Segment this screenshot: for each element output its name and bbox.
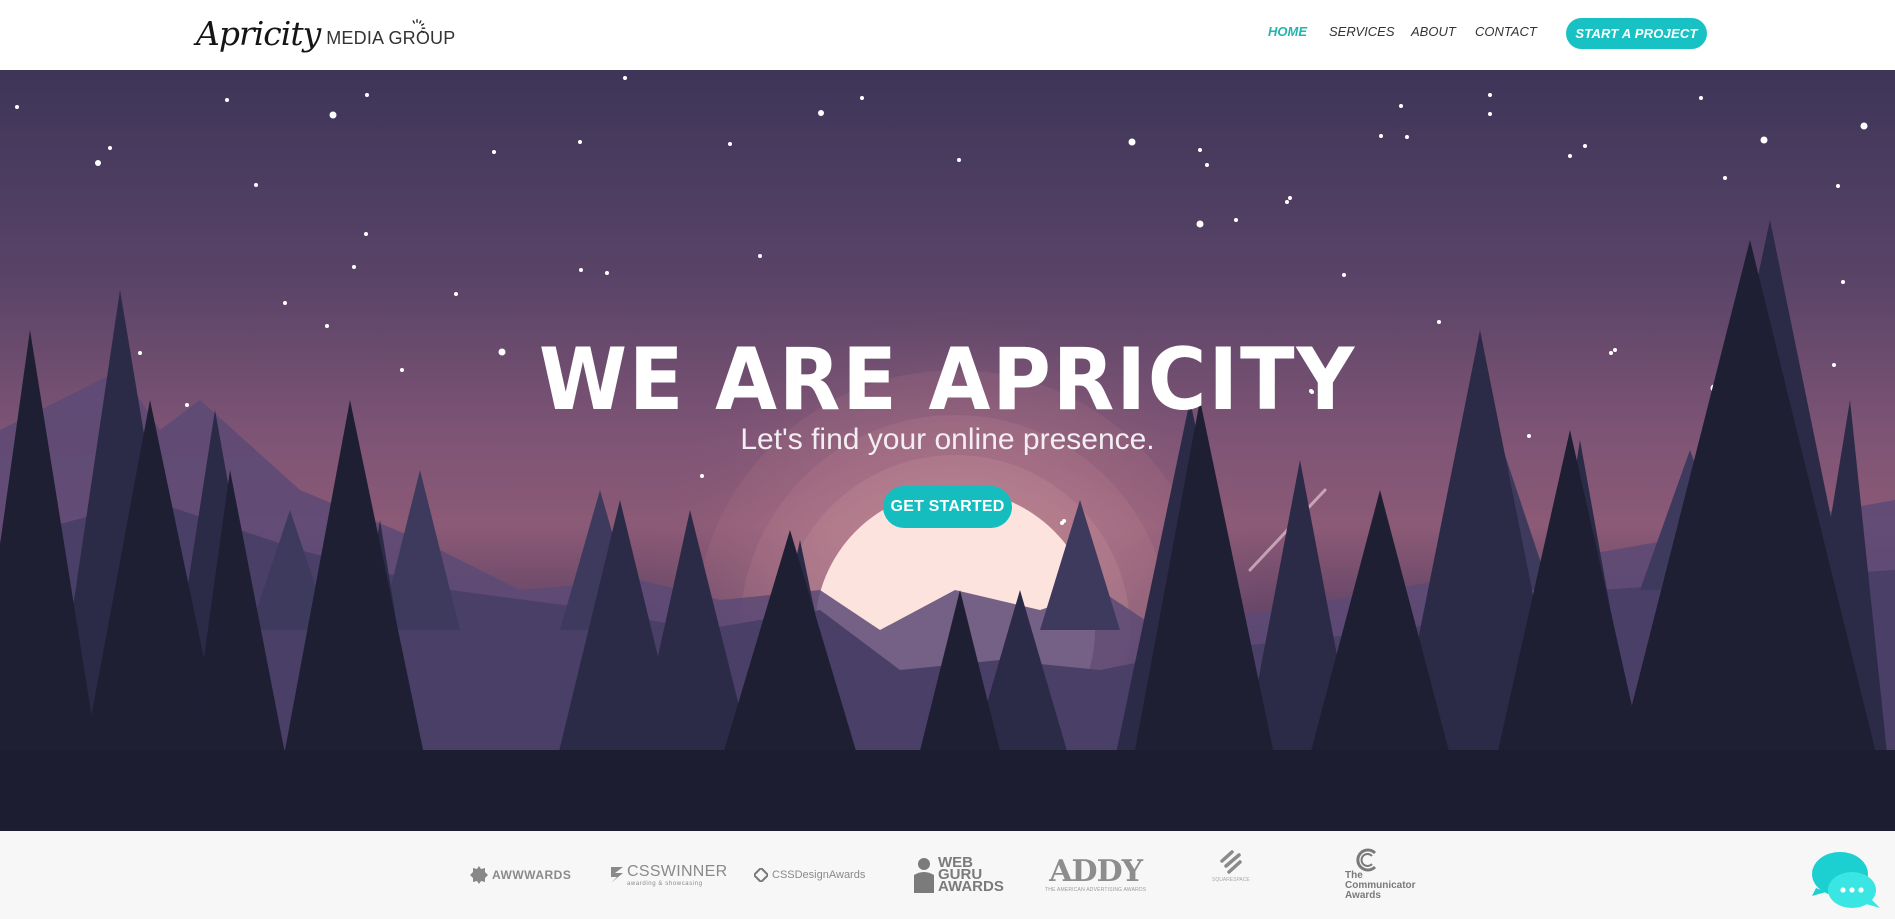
award-label: ADDY — [1049, 854, 1143, 889]
nav-about-link[interactable]: ABOUT — [1411, 24, 1456, 39]
award-label: SQUARESPACE — [1212, 877, 1250, 883]
award-label: AWWWARDS — [492, 868, 572, 882]
csswinner-logo-icon — [611, 867, 623, 883]
start-project-button[interactable]: START A PROJECT — [1566, 18, 1707, 49]
cssda-logo-icon — [754, 868, 768, 882]
chat-widget-icon[interactable] — [1810, 848, 1882, 912]
award-tagline: THE AMERICAN ADVERTISING AWARDS — [1045, 887, 1147, 893]
award-label: CSSDesignAwards — [772, 869, 866, 881]
award-cssdesignawards[interactable]: CSSDesignAwards — [754, 849, 865, 901]
communicator-c-icon — [1356, 848, 1377, 872]
nav-home-link[interactable]: HOME — [1268, 24, 1307, 39]
nav-contact-link[interactable]: CONTACT — [1475, 24, 1537, 39]
logo-script-text: Apricity — [196, 14, 321, 53]
award-csswinner[interactable]: CSSWINNER awarding & showcasing — [609, 849, 727, 901]
site-header: Apricity MEDIA GROUP HOME SERVICES ABOUT… — [0, 0, 1895, 70]
hero-title: WE ARE APRICITY — [538, 330, 1357, 430]
award-communicator[interactable]: The Communicator Awards — [1345, 848, 1421, 901]
nav-services-link[interactable]: SERVICES — [1329, 24, 1395, 39]
award-label: The Communicator Awards — [1345, 870, 1416, 901]
award-awwwards[interactable]: AWWWARDS — [470, 849, 571, 901]
awards-strip: AWWWARDS CSSWINNER awarding & showcasing… — [0, 831, 1895, 919]
sun-rays-icon — [412, 19, 426, 34]
hero-section: WE ARE APRICITY Let's find your online p… — [0, 70, 1895, 831]
awwwards-badge-icon — [470, 866, 488, 884]
hero-subtitle: Let's find your online presence. — [740, 423, 1155, 456]
logo-subtitle: MEDIA GROUP — [326, 28, 456, 48]
award-addy[interactable]: ADDY THE AMERICAN ADVERTISING AWARDS — [1045, 849, 1146, 901]
award-tagline: awarding & showcasing — [627, 881, 703, 887]
award-label: CSSWINNER — [627, 863, 728, 880]
squarespace-logo-icon — [1220, 850, 1242, 874]
award-squarespace[interactable]: SQUARESPACE — [1212, 849, 1250, 901]
get-started-button[interactable]: GET STARTED — [883, 486, 1012, 528]
webguru-figure-icon — [914, 858, 934, 893]
award-webguru[interactable]: WEB GURU AWARDS — [914, 849, 1004, 901]
award-label: WEB GURU AWARDS — [938, 854, 1004, 895]
